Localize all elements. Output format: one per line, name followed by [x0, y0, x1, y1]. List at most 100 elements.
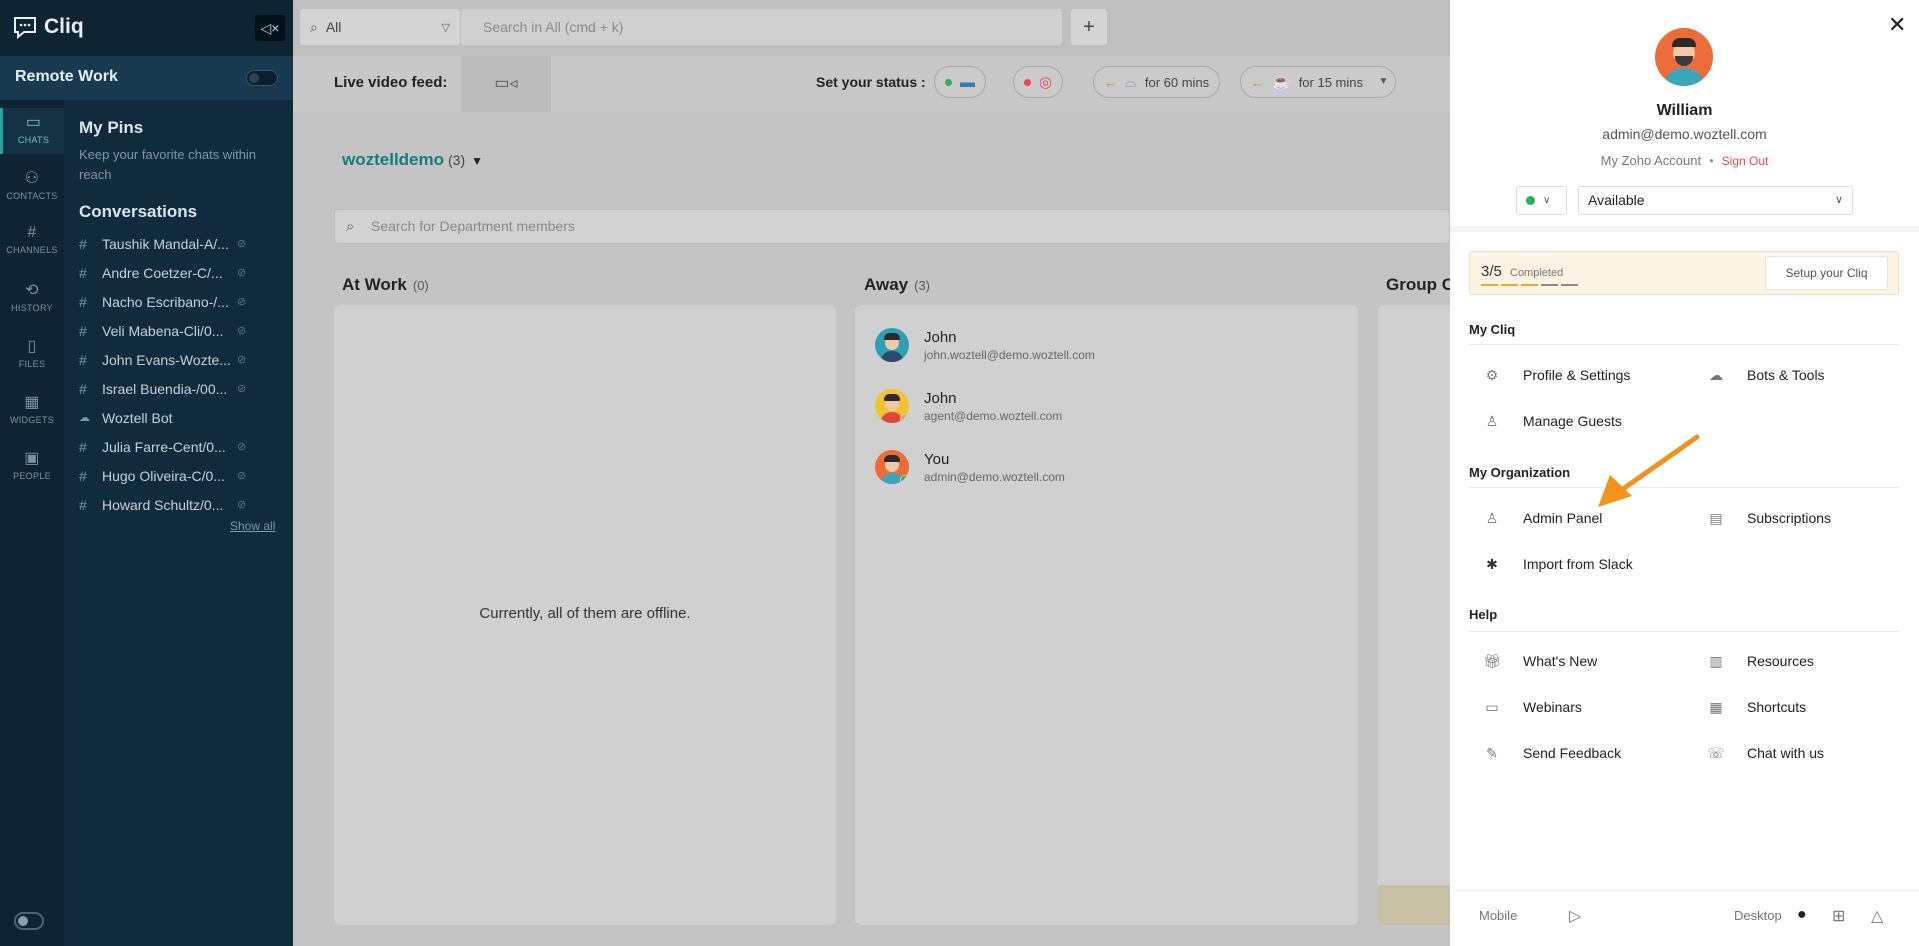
bots-tools-item[interactable]: ☁ Bots & Tools — [1706, 363, 1825, 387]
status-color-select[interactable]: ∨ — [1516, 186, 1567, 215]
global-search-input[interactable]: Search in All (cmd + k) — [460, 9, 1062, 45]
member-row[interactable]: You admin@demo.woztell.com — [875, 447, 1065, 487]
footer-divider — [1450, 890, 1919, 891]
chat-with-us-item[interactable]: ☏ Chat with us — [1706, 741, 1824, 765]
profile-avatar[interactable] — [1655, 28, 1713, 86]
conversation-item[interactable]: # Israel Buendia-/00... ⊘ — [79, 374, 279, 403]
member-name: John — [924, 328, 957, 346]
rail-chats[interactable]: ▭ CHATS — [0, 108, 64, 154]
webinar-icon: ▭ — [1485, 698, 1499, 715]
conversation-item[interactable]: # Andre Coetzer-C/... ⊘ — [79, 258, 279, 287]
member-row[interactable]: John john.woztell@demo.woztell.com — [875, 325, 1095, 365]
group-card-footer — [1378, 885, 1450, 925]
keyboard-icon: ▦ — [1709, 698, 1723, 715]
avatar — [875, 389, 909, 423]
column-title-at-work: At Work (0) — [342, 275, 429, 295]
away-card: John john.woztell@demo.woztell.com John ag… — [855, 305, 1358, 925]
app-logo[interactable]: Cliq — [12, 14, 84, 40]
theme-toggle[interactable] — [14, 912, 44, 930]
status-dot — [945, 78, 952, 86]
rail-label: WIDGETS — [9, 415, 55, 425]
hash-icon: # — [79, 496, 87, 513]
rail-widgets[interactable]: ▦ WIDGETS — [0, 392, 64, 425]
status-chip-coffee[interactable]: ← ☕ for 15 mins — [1240, 66, 1374, 98]
subscriptions-item[interactable]: ▤ Subscriptions — [1706, 506, 1831, 530]
panel-divider — [1450, 226, 1919, 232]
windows-icon[interactable]: ⊞ — [1832, 906, 1845, 926]
hash-icon: # — [79, 264, 87, 281]
separator-dot: • — [1709, 153, 1714, 168]
department-count: (3) — [448, 152, 466, 168]
progress-segment-todo — [1561, 284, 1578, 286]
column-title-away: Away (3) — [864, 275, 930, 295]
avatar-body — [880, 351, 904, 362]
linux-icon[interactable]: △ — [1871, 906, 1883, 926]
link-icon: ⊘ — [237, 470, 247, 482]
department-search-input[interactable]: ⌕ Search for Department members — [334, 209, 1450, 244]
hash-icon: # — [79, 467, 87, 484]
link-icon: ⊘ — [237, 325, 247, 337]
target-icon: ◎ — [1039, 74, 1053, 91]
setup-fraction: 3/5 — [1481, 263, 1502, 280]
people-icon: ▣ — [24, 450, 40, 467]
remote-work-toggle[interactable] — [246, 70, 278, 86]
hash-icon: # — [27, 224, 37, 241]
webinars-item[interactable]: ▭ Webinars — [1482, 695, 1582, 719]
column-count: (0) — [412, 278, 429, 293]
availability-select[interactable]: Available ∨ — [1578, 186, 1853, 215]
macos-icon[interactable]: ● — [1797, 906, 1807, 924]
member-row[interactable]: John agent@demo.woztell.com — [875, 386, 1062, 426]
conversation-item[interactable]: # John Evans-Wozte... ⊘ — [79, 345, 279, 374]
rail-files[interactable]: ▯ FILES — [0, 336, 64, 369]
rail-contacts[interactable]: ⚇ CONTACTS — [0, 168, 64, 201]
desktop-label: Desktop — [1734, 908, 1782, 923]
shortcuts-item[interactable]: ▦ Shortcuts — [1706, 695, 1806, 719]
menu-label: Shortcuts — [1747, 699, 1807, 715]
menu-label: Manage Guests — [1523, 413, 1622, 429]
conversation-item[interactable]: ☁ Woztell Bot — [79, 403, 279, 432]
profile-settings-item[interactable]: ⚙ Profile & Settings — [1482, 363, 1631, 387]
resources-item[interactable]: ▥ Resources — [1706, 649, 1814, 673]
conversation-item[interactable]: # Veli Mabena-Cli/0... ⊘ — [79, 316, 279, 345]
menu-label: Admin Panel — [1523, 510, 1603, 526]
admin-panel-item[interactable]: ♙ Admin Panel — [1482, 506, 1603, 530]
rail-label: CHANNELS — [6, 245, 58, 255]
conversation-item[interactable]: # Nacho Escribano-/... ⊘ — [79, 287, 279, 316]
setup-cliq-button[interactable]: Setup your Cliq — [1765, 256, 1888, 290]
conversation-item[interactable]: # Howard Schultz/0... ⊘ — [79, 490, 279, 519]
menu-label: Send Feedback — [1523, 745, 1622, 761]
status-chip-focus[interactable]: ◎ — [1013, 66, 1064, 98]
hash-icon: # — [79, 438, 87, 455]
status-dot — [1526, 196, 1535, 205]
conversation-item[interactable]: # Taushik Mandal-A/... ⊘ — [79, 229, 279, 258]
department-name: woztelldemo — [342, 150, 445, 169]
whats-new-item[interactable]: 🎁︎ What's New — [1482, 649, 1597, 673]
import-slack-item[interactable]: ✱ Import from Slack — [1482, 552, 1633, 576]
search-placeholder: Search for Department members — [371, 218, 575, 234]
close-icon[interactable]: ✕ — [1888, 12, 1906, 38]
new-button[interactable]: + — [1071, 9, 1107, 45]
live-video-label: Live video feed: — [334, 74, 448, 91]
send-feedback-item[interactable]: ✎ Send Feedback — [1482, 741, 1621, 765]
department-selector[interactable]: woztelldemo (3) ▼ — [342, 150, 483, 170]
rail-channels[interactable]: # CHANNELS — [0, 224, 64, 255]
setup-completed-label: Completed — [1510, 267, 1564, 279]
conversation-name: Hugo Oliveira-C/0... — [102, 467, 225, 484]
my-zoho-account-link[interactable]: My Zoho Account — [1601, 153, 1701, 168]
mute-icon[interactable]: ◁× — [255, 15, 285, 41]
column-count: (3) — [914, 278, 930, 293]
status-chip-meal[interactable]: ← ⌓ for 60 mins — [1093, 66, 1221, 98]
menu-label: Import from Slack — [1523, 556, 1633, 572]
show-all-link[interactable]: Show all — [230, 519, 275, 533]
empty-state-text: Currently, all of them are offline. — [479, 605, 691, 622]
search-scope-select[interactable]: ⌕ All ▽ — [300, 9, 460, 45]
video-camera-icon[interactable]: ▭◃ — [461, 56, 551, 112]
rail-history[interactable]: ⟲ HISTORY — [0, 280, 64, 313]
status-chip-working[interactable]: ▬ — [934, 66, 986, 98]
link-icon: ⊘ — [237, 267, 247, 279]
conversation-item[interactable]: # Julia Farre-Cent/0... ⊘ — [79, 432, 279, 461]
conversation-item[interactable]: # Hugo Oliveira-C/0... ⊘ — [79, 461, 279, 490]
rail-people[interactable]: ▣ PEOPLE — [0, 448, 64, 481]
play-store-icon[interactable]: ▷ — [1569, 906, 1581, 926]
sign-out-link[interactable]: Sign Out — [1722, 154, 1769, 168]
